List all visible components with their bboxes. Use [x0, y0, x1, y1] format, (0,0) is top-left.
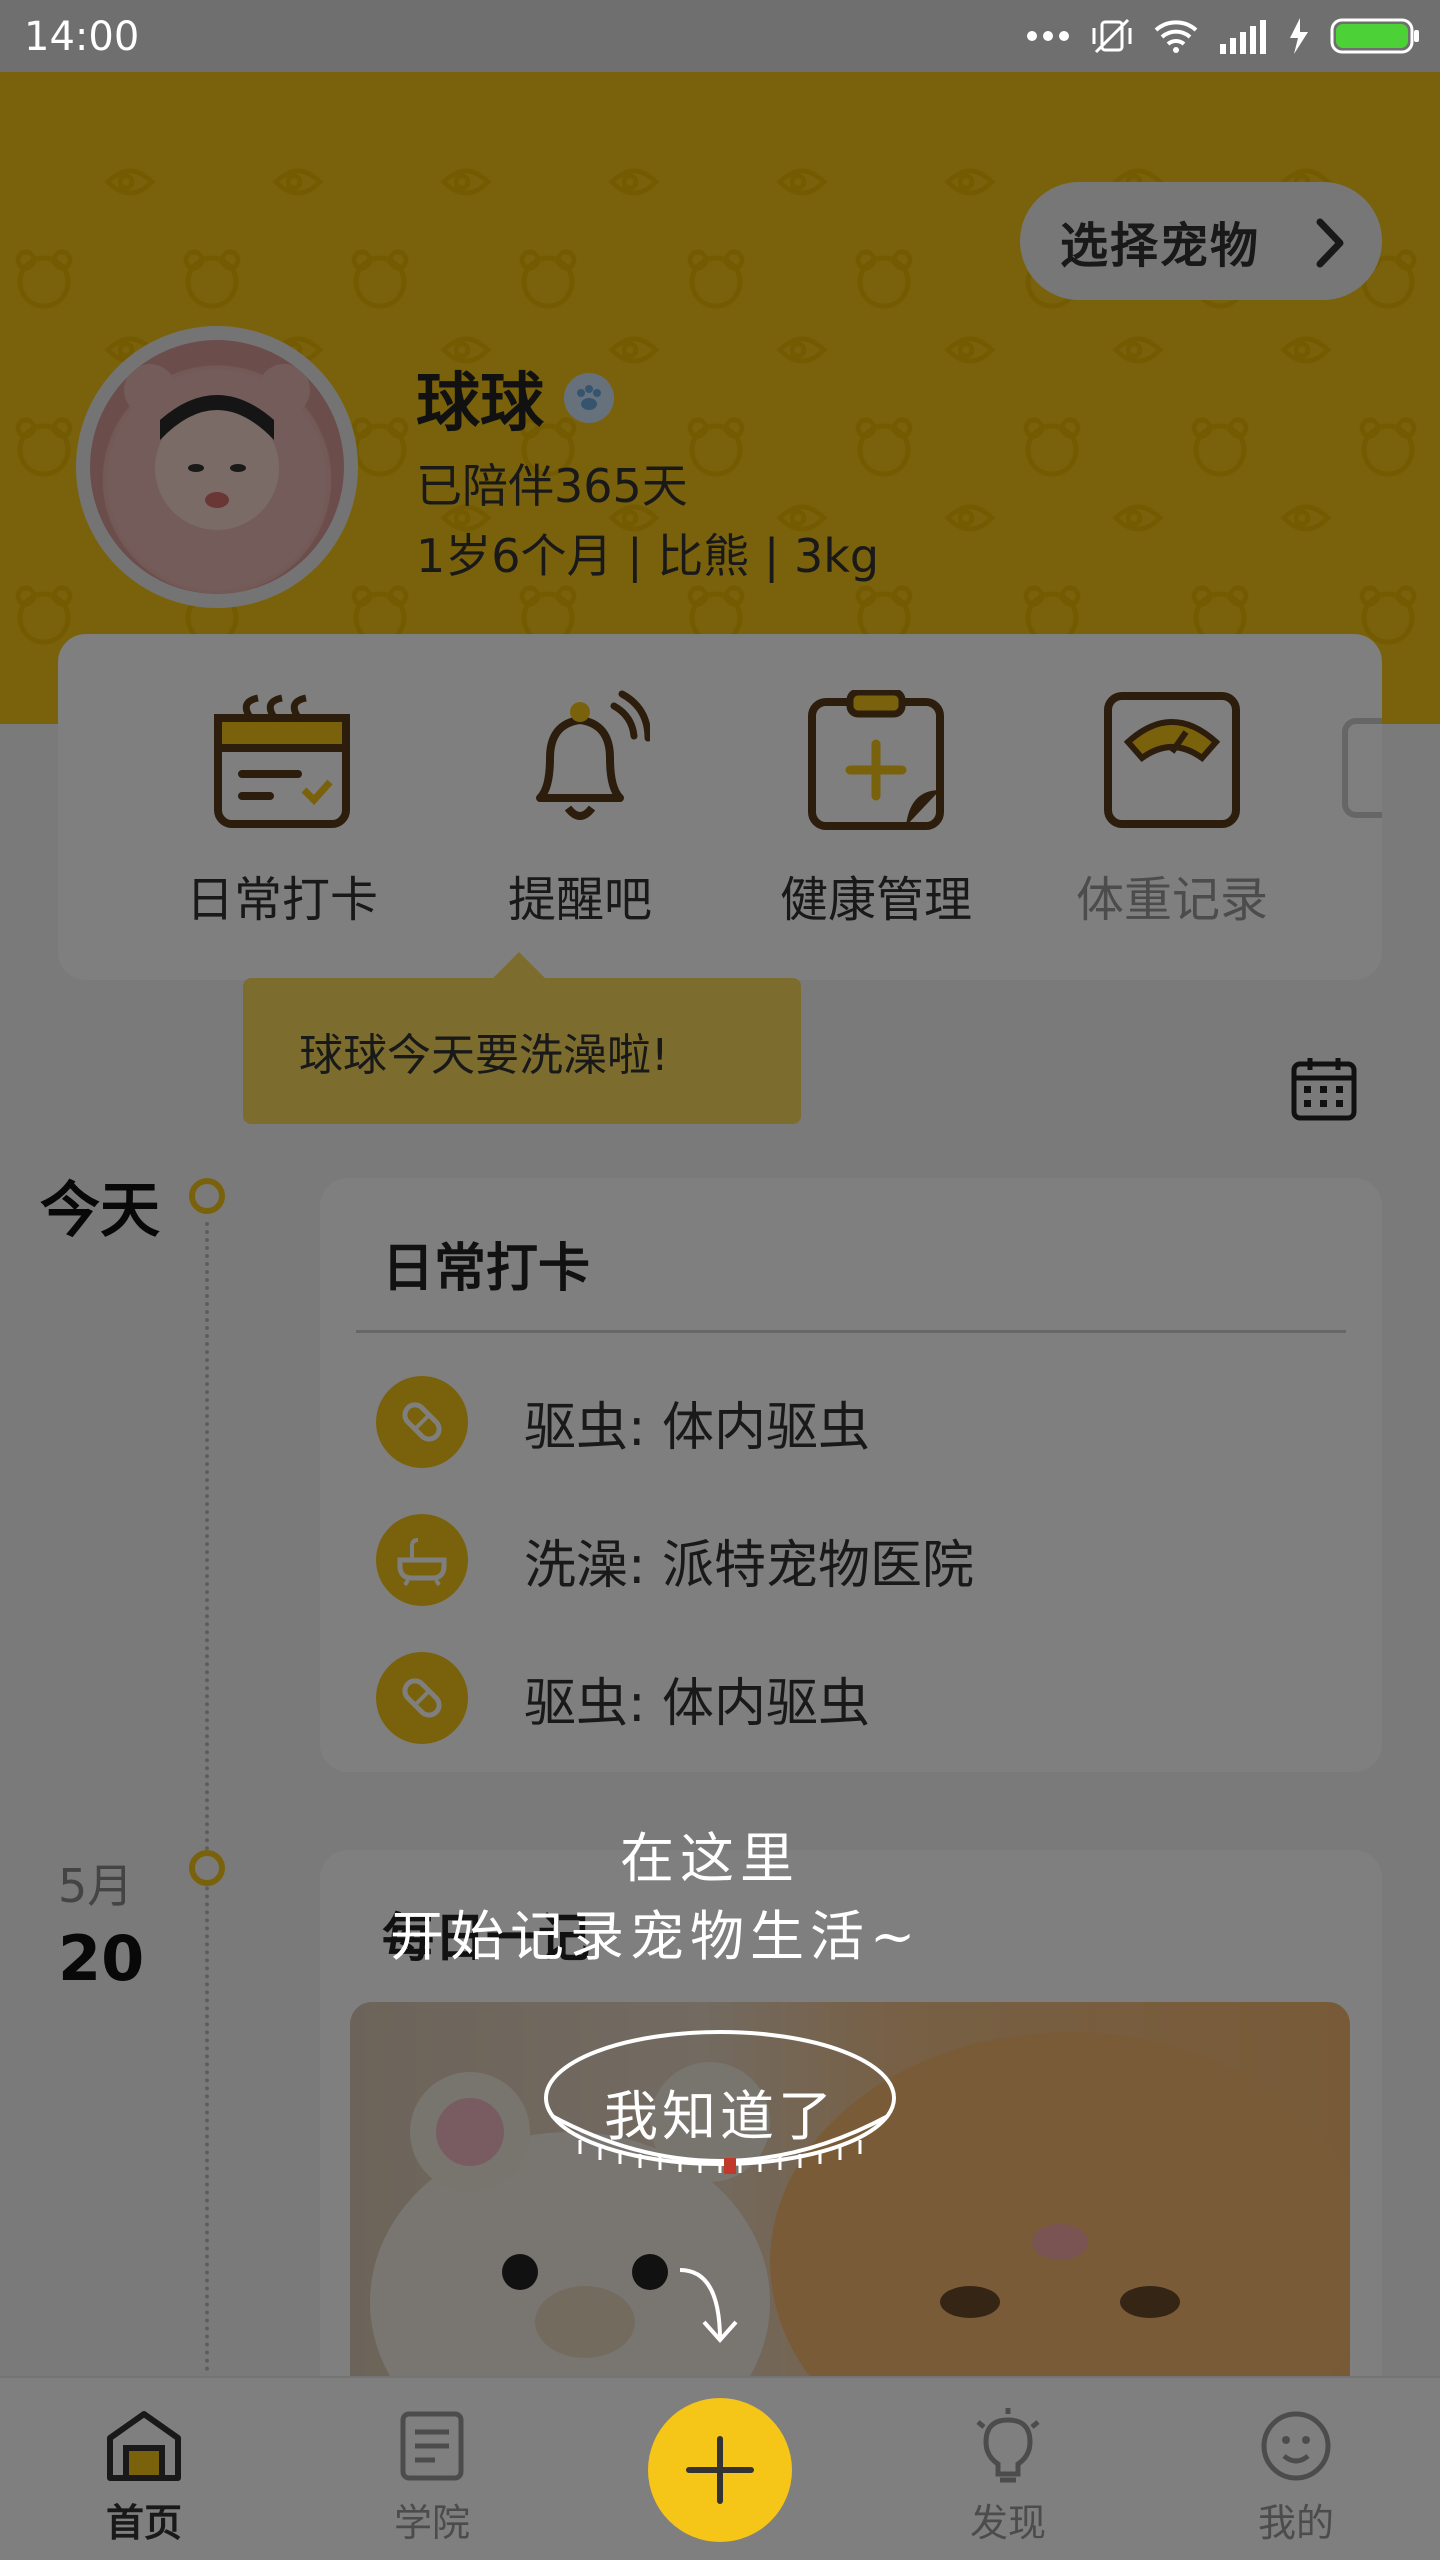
arrow-down-icon	[679, 2268, 738, 2344]
status-icons	[1026, 14, 1420, 58]
signal-icon	[1220, 20, 1266, 54]
got-it-button[interactable]: 我知道了	[540, 2020, 900, 2190]
got-it-label: 我知道了	[604, 2085, 836, 2148]
more-dots-icon	[1027, 31, 1069, 41]
guide-text-line1: 在这里	[620, 1827, 800, 1890]
wifi-icon	[1154, 20, 1198, 53]
charging-icon	[1290, 18, 1308, 54]
plus-icon	[686, 2436, 754, 2504]
status-time: 14:00	[24, 14, 140, 60]
battery-icon	[1330, 18, 1419, 54]
mute-vibrate-icon	[1092, 18, 1132, 54]
add-record-button[interactable]	[648, 2398, 792, 2542]
status-bar: 14:00	[0, 0, 1440, 72]
guide-text-line2: 开始记录宠物生活~	[390, 1905, 922, 1968]
